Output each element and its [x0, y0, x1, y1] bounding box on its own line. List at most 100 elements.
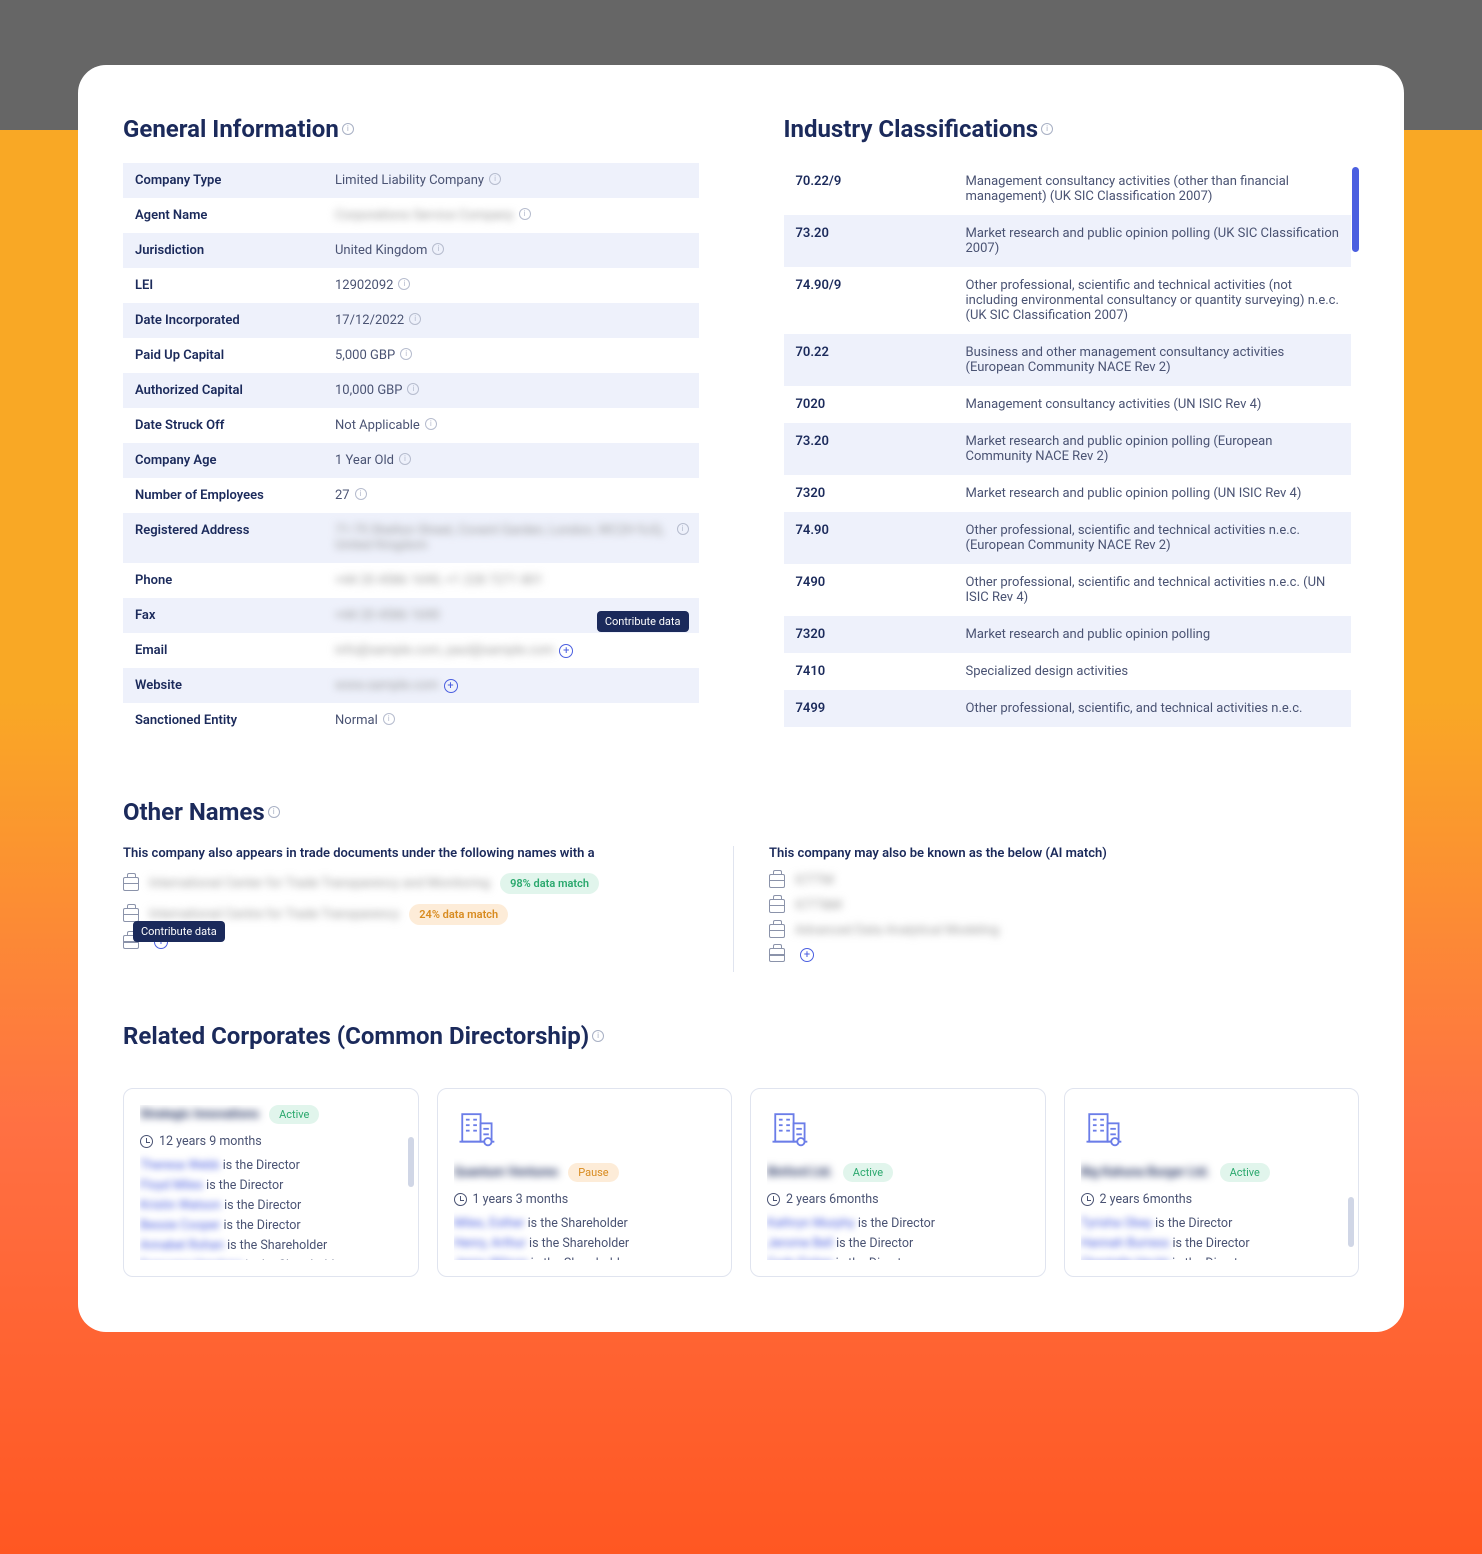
industry-code: 7410 [784, 653, 954, 690]
field-value: www.sample.com [323, 668, 699, 703]
field-value: 71-75 Shelton Street, Covent Garden, Lon… [323, 513, 699, 563]
info-icon[interactable] [1041, 123, 1053, 135]
briefcase-icon [769, 948, 785, 962]
field-label: Date Struck Off [123, 408, 323, 443]
field-label: Number of Employees [123, 478, 323, 513]
person-name[interactable]: Floyd Miles [140, 1178, 203, 1193]
industry-code: 7320 [784, 616, 954, 653]
industry-code: 7499 [784, 690, 954, 727]
info-icon[interactable] [399, 453, 411, 465]
info-icon[interactable] [432, 243, 444, 255]
field-value: 10,000 GBP [323, 373, 699, 408]
info-icon[interactable] [400, 348, 412, 360]
person-line: Chantalle Hecht is the Director [1081, 1255, 1343, 1260]
field-label: Company Type [123, 163, 323, 198]
person-role: is the Shareholder [529, 1236, 629, 1251]
person-name[interactable]: Jerome Bell [767, 1236, 833, 1251]
tooltip: Contribute data [597, 611, 689, 632]
person-name[interactable]: Tyrisha Obey [1081, 1216, 1153, 1231]
scrollbar[interactable] [408, 1137, 414, 1187]
add-icon[interactable] [444, 679, 458, 693]
field-value: Not Applicable [323, 408, 699, 443]
person-role: is the Director [206, 1178, 283, 1193]
industry-desc: Management consultancy activities (UN IS… [954, 386, 1352, 423]
corporate-card[interactable]: Quantum VenturesPause1 years 3 monthsMil… [437, 1088, 733, 1277]
info-icon[interactable] [398, 278, 410, 290]
add-icon[interactable] [559, 644, 573, 658]
field-value: Normal [323, 703, 699, 738]
info-icon[interactable] [489, 173, 501, 185]
match-badge: 24% data match [409, 904, 508, 925]
field-label: Company Age [123, 443, 323, 478]
general-table: Company TypeLimited Liability CompanyAge… [123, 163, 699, 738]
tooltip: Contribute data [133, 921, 225, 942]
scrollbar[interactable] [1352, 167, 1359, 252]
person-name[interactable]: Kathryn Murphy [767, 1216, 855, 1231]
person-name[interactable]: Annabel Rohan [140, 1238, 224, 1253]
info-icon[interactable] [425, 418, 437, 430]
field-label: Sanctioned Entity [123, 703, 323, 738]
corporate-name: Binford Ltd. [767, 1165, 833, 1180]
person-name[interactable]: Kristin Watson [140, 1198, 221, 1213]
add-icon[interactable] [800, 948, 814, 962]
person-role: is the Director [224, 1198, 301, 1213]
info-icon[interactable] [407, 383, 419, 395]
person-name[interactable]: Bessie Cooper [140, 1218, 220, 1233]
info-icon[interactable] [383, 713, 395, 725]
person-role: is the Shareholder [531, 1256, 631, 1260]
other-name-text: ICTTM [795, 873, 834, 888]
person-name[interactable]: Hannah Burress [1081, 1236, 1170, 1251]
corporate-card[interactable]: Big Kahuna Burger Ltd.Active2 years 6mon… [1064, 1088, 1360, 1277]
person-role: is the Director [1172, 1256, 1249, 1260]
info-icon[interactable] [355, 488, 367, 500]
field-label: Date Incorporated [123, 303, 323, 338]
field-value: 17/12/2022 [323, 303, 699, 338]
industry-desc: Other professional, scientific and techn… [954, 512, 1352, 564]
person-line: Francene Vandyne is the Shareholder [140, 1257, 402, 1260]
person-role: is the Director [223, 1158, 300, 1173]
corporate-name: Big Kahuna Burger Ltd. [1081, 1165, 1210, 1180]
corporate-card[interactable]: Binford Ltd.Active2 years 6monthsKathryn… [750, 1088, 1046, 1277]
info-icon[interactable] [519, 208, 531, 220]
person-line: Theresa Webb is the Director [140, 1157, 402, 1175]
person-name[interactable]: Cody Fisher [767, 1256, 832, 1260]
field-label: Jurisdiction [123, 233, 323, 268]
field-value: 27 [323, 478, 699, 513]
person-line: Henry, Arthur is the Shareholder [454, 1235, 716, 1253]
person-name[interactable]: Jenny Wilson [454, 1256, 528, 1260]
field-label: Email [123, 633, 323, 668]
person-name[interactable]: Henry, Arthur [454, 1236, 526, 1251]
field-value: Corporations Service Company [323, 198, 699, 233]
person-name[interactable]: Miles, Esther [454, 1216, 525, 1231]
general-heading: General Information [123, 115, 339, 143]
clock-icon [1081, 1193, 1094, 1206]
briefcase-icon [769, 924, 785, 938]
industry-code: 74.90/9 [784, 267, 954, 334]
info-icon[interactable] [409, 313, 421, 325]
person-role: is the Director [836, 1236, 913, 1251]
person-name[interactable]: Francene Vandyne [140, 1258, 242, 1260]
field-value: 1 Year Old [323, 443, 699, 478]
industry-desc: Market research and public opinion polli… [954, 616, 1352, 653]
other-name-item: ICTTM [769, 873, 1359, 888]
industry-desc: Other professional, scientific, and tech… [954, 690, 1352, 727]
field-value: info@sample.com, paul@sample.comContribu… [323, 633, 699, 668]
person-line: Cody Fisher is the Director [767, 1255, 1029, 1260]
person-name[interactable]: Theresa Webb [140, 1158, 220, 1173]
other-name-text: ICTT&M [795, 898, 842, 913]
status-badge: Active [269, 1105, 319, 1124]
other-names-left-label: This company also appears in trade docum… [123, 846, 713, 861]
person-role: is the Shareholder [245, 1258, 345, 1260]
info-icon[interactable] [342, 123, 354, 135]
field-value: 5,000 GBP [323, 338, 699, 373]
scrollbar[interactable] [1348, 1197, 1354, 1247]
info-icon[interactable] [268, 806, 280, 818]
field-value: +44 20 4586 1690, +1 228 7271 801 [323, 563, 699, 598]
info-icon[interactable] [592, 1030, 604, 1042]
corporate-card[interactable]: Strategic InnovationsActive12 years 9 mo… [123, 1088, 419, 1277]
clock-icon [767, 1193, 780, 1206]
clock-icon [140, 1135, 153, 1148]
info-icon[interactable] [677, 523, 689, 535]
person-name[interactable]: Chantalle Hecht [1081, 1256, 1169, 1260]
other-name-item: International Center for Trade Transpare… [123, 873, 713, 894]
